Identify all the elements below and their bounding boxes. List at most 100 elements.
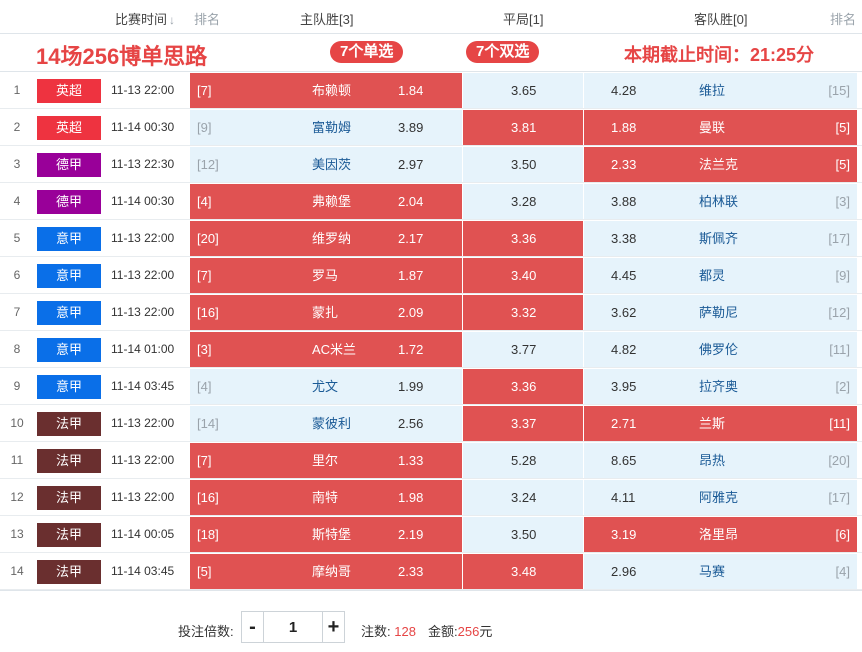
draw-option[interactable]: 3.36 — [463, 221, 584, 256]
away-win-option[interactable]: 3.19 洛里昂 [6] — [584, 517, 858, 552]
draw-option[interactable]: 3.32 — [463, 295, 584, 330]
home-odds: 1.87 — [398, 268, 424, 283]
home-team: 蒙彼利 — [312, 416, 352, 431]
draw-odds: 3.37 — [511, 416, 537, 431]
draw-option[interactable]: 3.50 — [463, 517, 584, 552]
draw-odds: 3.28 — [511, 194, 537, 209]
match-time: 11-13 22:00 — [111, 83, 175, 97]
summary-banner: 14场256博单思路 7个单选 7个双选 本期截止时间：21:25分 — [0, 34, 862, 72]
sort-down-icon[interactable]: ↓ — [169, 13, 175, 27]
table-row: 13 法甲 11-14 00:05 [18] 斯特堡 2.19 3.50 3.19 洛里昂 [6] — [0, 516, 862, 553]
home-team: 南特 — [312, 490, 339, 505]
deadline-text: 本期截止时间：21:25分 — [624, 45, 815, 65]
home-rank: [7] — [197, 83, 212, 98]
draw-option[interactable]: 3.36 — [463, 369, 584, 404]
amount-unit: 元 — [479, 624, 493, 639]
home-win-option[interactable]: [7] 布赖顿 1.84 — [190, 73, 463, 108]
draw-option[interactable]: 5.28 — [463, 443, 584, 478]
home-win-option[interactable]: [4] 弗赖堡 2.04 — [190, 184, 463, 219]
league-badge: 法甲 — [37, 449, 101, 473]
away-rank: [11] — [829, 416, 850, 431]
home-rank: [7] — [197, 453, 212, 468]
away-odds: 1.88 — [611, 120, 637, 135]
draw-option[interactable]: 3.28 — [463, 184, 584, 219]
multiplier-input[interactable] — [265, 613, 321, 641]
away-win-option[interactable]: 2.33 法兰克 [5] — [584, 147, 858, 182]
draw-odds: 3.65 — [511, 83, 537, 98]
away-rank: [15] — [828, 83, 850, 98]
home-win-option[interactable]: [14] 蒙彼利 2.56 — [190, 406, 463, 441]
away-rank: [2] — [835, 379, 850, 394]
away-win-option[interactable]: 2.96 马赛 [4] — [584, 554, 858, 589]
away-odds: 2.96 — [611, 564, 637, 579]
away-win-option[interactable]: 1.88 曼联 [5] — [584, 110, 858, 145]
away-odds: 4.82 — [611, 342, 637, 357]
table-row: 2 英超 11-14 00:30 [9] 富勒姆 3.89 3.81 1.88 曼联 [5] — [0, 109, 862, 146]
home-odds: 1.99 — [398, 379, 424, 394]
match-time: 11-13 22:00 — [111, 305, 175, 319]
home-win-option[interactable]: [7] 罗马 1.87 — [190, 258, 463, 293]
amount-label: 金额: — [428, 624, 458, 639]
away-win-option[interactable]: 8.65 昂热 [20] — [584, 443, 858, 478]
draw-option[interactable]: 3.65 — [463, 73, 584, 108]
away-win-option[interactable]: 2.71 兰斯 [11] — [584, 406, 858, 441]
match-time: 11-13 22:30 — [111, 157, 175, 171]
home-odds: 2.04 — [398, 194, 424, 209]
away-win-option[interactable]: 4.28 维拉 [15] — [584, 73, 858, 108]
increase-button[interactable]: + — [322, 612, 344, 642]
draw-option[interactable]: 3.40 — [463, 258, 584, 293]
home-team: 斯特堡 — [312, 527, 352, 542]
match-time: 11-14 01:00 — [111, 342, 175, 356]
header-draw: 平局[1] — [503, 12, 544, 27]
away-win-option[interactable]: 4.82 佛罗伦 [11] — [584, 332, 858, 367]
draw-option[interactable]: 3.50 — [463, 147, 584, 182]
header-match-time[interactable]: 比赛时间 ↓ — [115, 9, 175, 28]
league-badge: 英超 — [37, 116, 101, 140]
away-win-option[interactable]: 4.11 阿雅克 [17] — [584, 480, 858, 515]
home-win-option[interactable]: [7] 里尔 1.33 — [190, 443, 463, 478]
home-win-option[interactable]: [9] 富勒姆 3.89 — [190, 110, 463, 145]
away-win-option[interactable]: 3.62 萨勒尼 [12] — [584, 295, 858, 330]
bets-value: 128 — [394, 624, 416, 639]
away-team: 都灵 — [699, 268, 726, 283]
home-win-option[interactable]: [20] 维罗纳 2.17 — [190, 221, 463, 256]
away-odds: 4.28 — [611, 83, 637, 98]
draw-odds: 3.36 — [511, 379, 537, 394]
league-badge: 英超 — [37, 79, 101, 103]
away-rank: [20] — [828, 453, 850, 468]
draw-option[interactable]: 3.37 — [463, 406, 584, 441]
home-team: 弗赖堡 — [312, 194, 352, 209]
away-win-option[interactable]: 3.95 拉齐奥 [2] — [584, 369, 858, 404]
home-odds: 3.89 — [398, 120, 424, 135]
home-rank: [7] — [197, 268, 212, 283]
home-win-option[interactable]: [18] 斯特堡 2.19 — [190, 517, 463, 552]
away-win-option[interactable]: 3.88 柏林联 [3] — [584, 184, 858, 219]
bets-count: 注数: 128 — [361, 621, 416, 640]
table-row: 14 法甲 11-14 03:45 [5] 摩纳哥 2.33 3.48 2.96 马赛 [4] — [0, 553, 862, 590]
draw-option[interactable]: 3.77 — [463, 332, 584, 367]
draw-odds: 3.50 — [511, 157, 537, 172]
row-index: 9 — [13, 379, 21, 393]
table-row: 8 意甲 11-14 01:00 [3] AC米兰 1.72 3.77 4.82 佛罗伦 [11] — [0, 331, 862, 368]
away-rank: [17] — [828, 231, 850, 246]
doubles-badge: 7个双选 — [466, 41, 540, 63]
away-win-option[interactable]: 3.38 斯佩齐 [17] — [584, 221, 858, 256]
table-row: 7 意甲 11-13 22:00 [16] 蒙扎 2.09 3.32 3.62 萨勒尼 [12] — [0, 294, 862, 331]
draw-option[interactable]: 3.48 — [463, 554, 584, 589]
league-badge: 意甲 — [37, 264, 101, 288]
home-win-option[interactable]: [3] AC米兰 1.72 — [190, 332, 463, 367]
draw-option[interactable]: 3.81 — [463, 110, 584, 145]
home-win-option[interactable]: [12] 美因茨 2.97 — [190, 147, 463, 182]
home-win-option[interactable]: [16] 蒙扎 2.09 — [190, 295, 463, 330]
table-row: 12 法甲 11-13 22:00 [16] 南特 1.98 3.24 4.11 阿雅克 [17] — [0, 479, 862, 516]
home-win-option[interactable]: [4] 尤文 1.99 — [190, 369, 463, 404]
home-win-option[interactable]: [5] 摩纳哥 2.33 — [190, 554, 463, 589]
home-team: 尤文 — [312, 379, 339, 394]
draw-odds: 3.48 — [511, 564, 537, 579]
row-index: 12 — [10, 490, 24, 504]
draw-option[interactable]: 3.24 — [463, 480, 584, 515]
home-win-option[interactable]: [16] 南特 1.98 — [190, 480, 463, 515]
away-win-option[interactable]: 4.45 都灵 [9] — [584, 258, 858, 293]
decrease-button[interactable]: - — [242, 612, 264, 642]
table-row: 9 意甲 11-14 03:45 [4] 尤文 1.99 3.36 3.95 拉齐奥 [2] — [0, 368, 862, 405]
